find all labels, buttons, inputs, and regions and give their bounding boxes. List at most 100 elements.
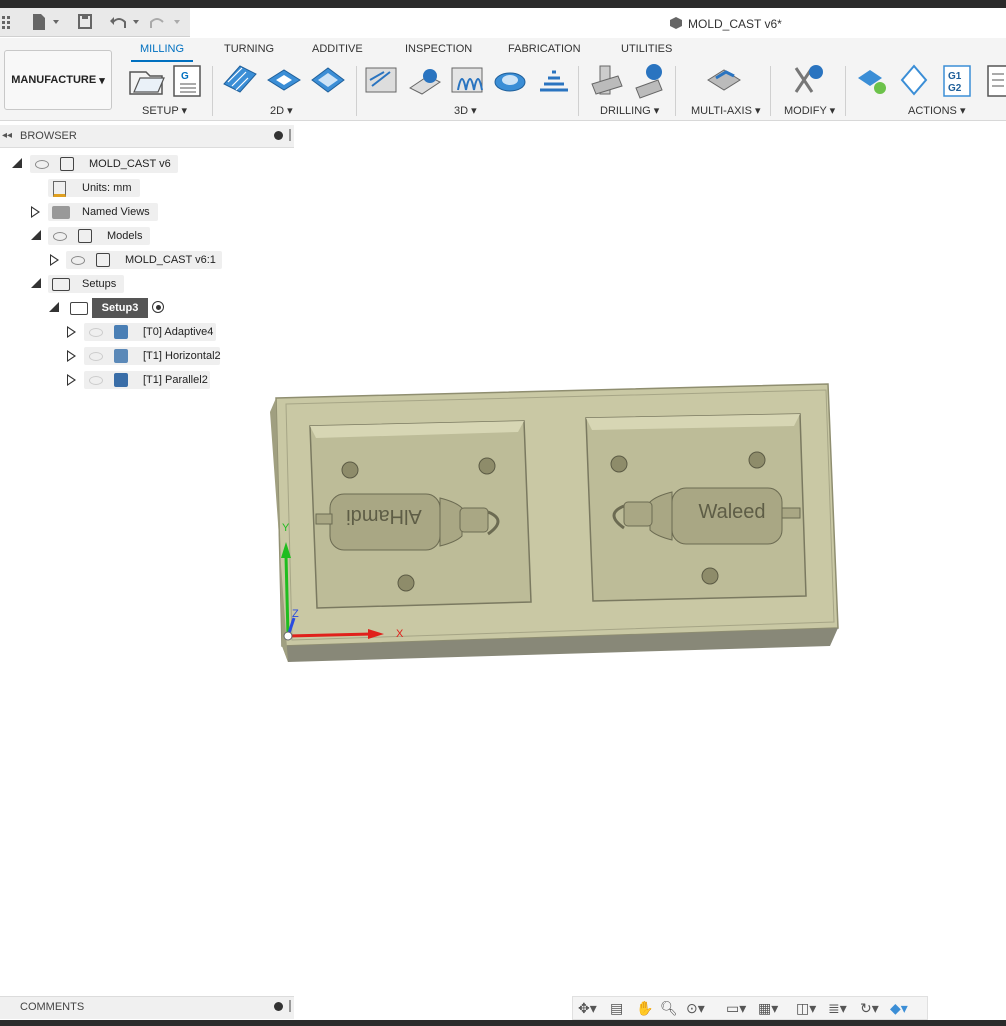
probe-icon[interactable] [635, 64, 663, 99]
zoom-icon[interactable]: 🔍︎ [660, 1000, 678, 1017]
quick-access-toolbar [0, 8, 190, 37]
setup-sheet-icon[interactable] [987, 65, 1006, 97]
3d-parallel-icon[interactable] [451, 67, 483, 93]
multi-axis-icon[interactable] [707, 69, 741, 91]
redo-dropdown-icon[interactable] [174, 20, 180, 24]
undo-dropdown-icon[interactable] [133, 20, 139, 24]
3d-pocket-icon[interactable] [409, 69, 441, 95]
expand-setup3-icon[interactable] [49, 302, 59, 312]
fit-icon[interactable]: ⊙▾ [686, 1000, 705, 1017]
comments-title: COMMENTS [20, 1001, 85, 1013]
grid-settings-icon[interactable]: ▦▾ [758, 1000, 778, 1017]
axis-z-label: Z [292, 608, 299, 620]
visibility-eye-icon[interactable] [89, 328, 103, 337]
setup3-node[interactable]: Setup3 [92, 298, 148, 318]
tab-inspection[interactable]: INSPECTION [405, 43, 472, 55]
tab-turning[interactable]: TURNING [224, 43, 274, 55]
axis-x-label: X [396, 628, 404, 640]
ribbon-separator [845, 66, 846, 116]
expand-named-views-icon[interactable] [31, 206, 40, 218]
tab-utilities[interactable]: UTILITIES [621, 43, 672, 55]
window-bottom-edge [0, 1020, 1006, 1026]
pan-icon[interactable]: ✋ [636, 1000, 653, 1017]
ribbon-separator [770, 66, 771, 116]
2d-group-text: 2D [270, 105, 285, 117]
multi-axis-group-text: MULTI-AXIS [691, 105, 752, 117]
visibility-eye-icon[interactable] [89, 376, 103, 385]
pin-handle[interactable] [289, 1000, 291, 1012]
tab-additive[interactable]: ADDITIVE [312, 43, 363, 55]
tab-milling[interactable]: MILLING [140, 43, 184, 55]
2d-adaptive-icon[interactable] [223, 65, 257, 93]
component-icon [96, 253, 110, 267]
add-comment-icon[interactable] [274, 1002, 283, 1011]
nc-program-letter: G [181, 71, 189, 82]
modify-icon[interactable] [794, 65, 823, 93]
viewports-icon[interactable]: ◫▾ [796, 1000, 816, 1017]
mold-block[interactable] [270, 383, 839, 662]
document-tab[interactable] [190, 8, 1006, 38]
minus-icon[interactable] [274, 131, 283, 140]
3d-scallop-icon[interactable] [494, 72, 526, 92]
component-icon [670, 17, 682, 29]
modify-group-label[interactable]: MODIFY ▾ [784, 104, 835, 117]
save-icon[interactable] [78, 14, 92, 29]
3d-group-text: 3D [454, 105, 469, 117]
root-label: MOLD_CAST v6 [89, 158, 171, 170]
app-grid-icon[interactable] [2, 16, 10, 29]
visibility-eye-icon[interactable] [35, 160, 49, 169]
setups-label: Setups [82, 278, 117, 290]
visibility-eye-icon[interactable] [53, 232, 67, 241]
collapse-browser-icon[interactable]: ◂◂ [2, 130, 12, 141]
expand-setups-icon[interactable] [31, 278, 41, 288]
redo-icon[interactable] [150, 18, 164, 28]
right-engraved-text: Waleed [698, 501, 765, 523]
setup-group-label[interactable]: SETUP ▾ [142, 104, 187, 117]
stock-display-icon[interactable]: ◆▾ [890, 1000, 908, 1017]
refresh-icon[interactable]: ↻▾ [860, 1000, 879, 1017]
actions-group-label[interactable]: ACTIONS ▾ [908, 104, 965, 117]
modify-group-text: MODIFY [784, 105, 827, 117]
section-icon[interactable]: ≣▾ [828, 1000, 847, 1017]
visibility-eye-icon[interactable] [89, 352, 103, 361]
tab-fabrication[interactable]: FABRICATION [508, 43, 581, 55]
2d-pocket-icon[interactable] [267, 69, 301, 91]
operation-label: [T1] Parallel2 [143, 374, 208, 386]
document-title-text: MOLD_CAST v6* [688, 17, 782, 31]
visibility-eye-icon[interactable] [71, 256, 85, 265]
parallel-op-icon [114, 373, 128, 387]
expand-op-icon[interactable] [67, 326, 76, 338]
axis-y-label: Y [282, 522, 290, 534]
drilling-group-label[interactable]: DRILLING ▾ [600, 104, 659, 117]
multi-axis-group-label[interactable]: MULTI-AXIS ▾ [691, 104, 761, 117]
undo-icon[interactable] [110, 17, 126, 28]
viewport[interactable]: AlHamdi Waleed X Y Z [0, 0, 1006, 1026]
face-icon[interactable] [311, 67, 345, 93]
ribbon-tool-icons: G G1 G2 [129, 64, 1006, 99]
file-icon[interactable] [33, 14, 59, 30]
orbit-icon[interactable]: ✥▾ [578, 1000, 597, 1017]
activate-target-icon[interactable] [152, 301, 164, 313]
drill-icon[interactable] [591, 65, 623, 95]
document-title: MOLD_CAST v6* [670, 17, 782, 31]
display-settings-icon[interactable]: ▭▾ [726, 1000, 746, 1017]
left-bottle-cavity [315, 493, 500, 551]
horizontal-op-icon [114, 349, 128, 363]
adaptive-op-icon [114, 325, 128, 339]
expand-op-icon[interactable] [67, 374, 76, 386]
component-icon [60, 157, 74, 171]
2d-group-label[interactable]: 2D ▾ [270, 104, 293, 117]
pin-handle[interactable] [289, 129, 291, 141]
tool-library-icon[interactable] [900, 64, 928, 96]
expand-op-icon[interactable] [67, 350, 76, 362]
3d-contour-icon[interactable] [540, 70, 568, 92]
simulate-icon[interactable] [858, 70, 886, 94]
expand-root-icon[interactable] [12, 158, 22, 168]
expand-model-item-icon[interactable] [50, 254, 59, 266]
new-setup-icon[interactable] [129, 71, 165, 95]
expand-models-icon[interactable] [31, 230, 41, 240]
3d-adaptive-icon[interactable] [365, 67, 397, 93]
3d-group-label[interactable]: 3D ▾ [454, 104, 477, 117]
right-bottle-cavity [612, 487, 801, 545]
look-at-icon[interactable]: ▤ [610, 1000, 623, 1017]
